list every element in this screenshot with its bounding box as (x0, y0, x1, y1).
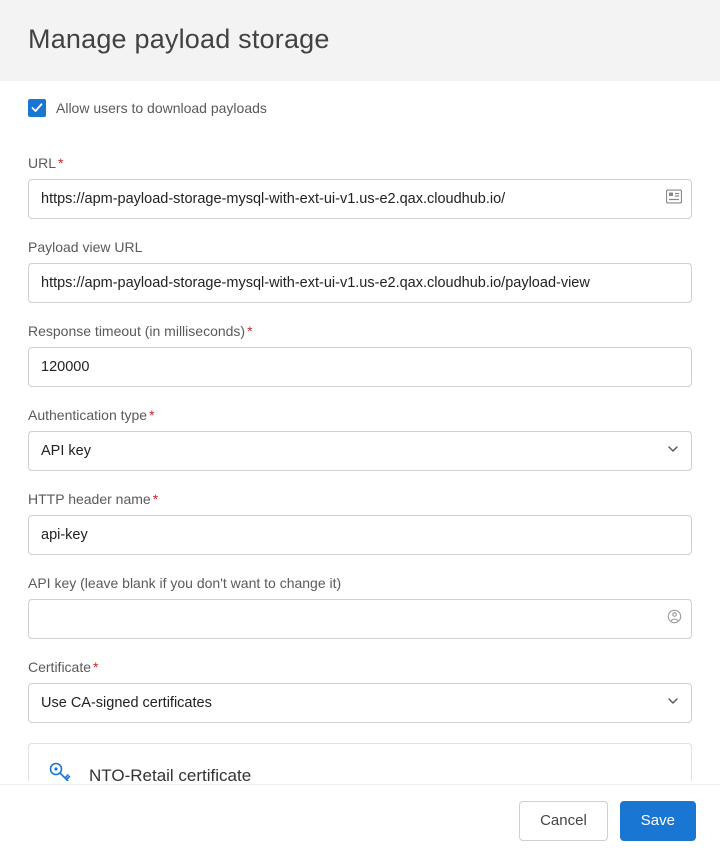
url-field: URL* (28, 155, 692, 219)
api-key-input[interactable] (28, 599, 692, 639)
chevron-down-icon (667, 695, 679, 711)
key-icon (47, 760, 73, 781)
certificate-label: Certificate* (28, 659, 692, 675)
auth-type-select[interactable]: API key (28, 431, 692, 471)
http-header-label: HTTP header name* (28, 491, 692, 507)
api-key-field: API key (leave blank if you don't want t… (28, 575, 692, 639)
payload-view-url-field: Payload view URL (28, 239, 692, 303)
certificate-select[interactable]: Use CA-signed certificates (28, 683, 692, 723)
page-header: Manage payload storage (0, 0, 720, 81)
certificate-value: Use CA-signed certificates (41, 695, 212, 711)
url-label: URL* (28, 155, 692, 171)
chevron-down-icon (667, 443, 679, 459)
download-payloads-checkbox-row: Allow users to download payloads (28, 99, 692, 117)
password-manager-icon (667, 609, 682, 629)
certificate-card: NTO-Retail certificate (28, 743, 692, 781)
download-payloads-label: Allow users to download payloads (56, 100, 267, 116)
check-icon (31, 102, 43, 114)
download-payloads-checkbox[interactable] (28, 99, 46, 117)
auth-type-field: Authentication type* API key (28, 407, 692, 471)
url-input[interactable] (28, 179, 692, 219)
http-header-input[interactable] (28, 515, 692, 555)
credential-icon (666, 190, 682, 209)
api-key-label: API key (leave blank if you don't want t… (28, 575, 692, 591)
response-timeout-label: Response timeout (in milliseconds)* (28, 323, 692, 339)
page-title: Manage payload storage (28, 24, 692, 55)
certificate-name: NTO-Retail certificate (89, 766, 251, 782)
payload-view-url-label: Payload view URL (28, 239, 692, 255)
response-timeout-field: Response timeout (in milliseconds)* (28, 323, 692, 387)
payload-view-url-input[interactable] (28, 263, 692, 303)
http-header-field: HTTP header name* (28, 491, 692, 555)
auth-type-value: API key (41, 443, 91, 459)
form-body: Allow users to download payloads URL* Pa… (0, 81, 720, 781)
footer-bar: Cancel Save (0, 784, 720, 856)
certificate-field: Certificate* Use CA-signed certificates (28, 659, 692, 723)
response-timeout-input[interactable] (28, 347, 692, 387)
save-button[interactable]: Save (620, 801, 696, 841)
auth-type-label: Authentication type* (28, 407, 692, 423)
cancel-button[interactable]: Cancel (519, 801, 608, 841)
